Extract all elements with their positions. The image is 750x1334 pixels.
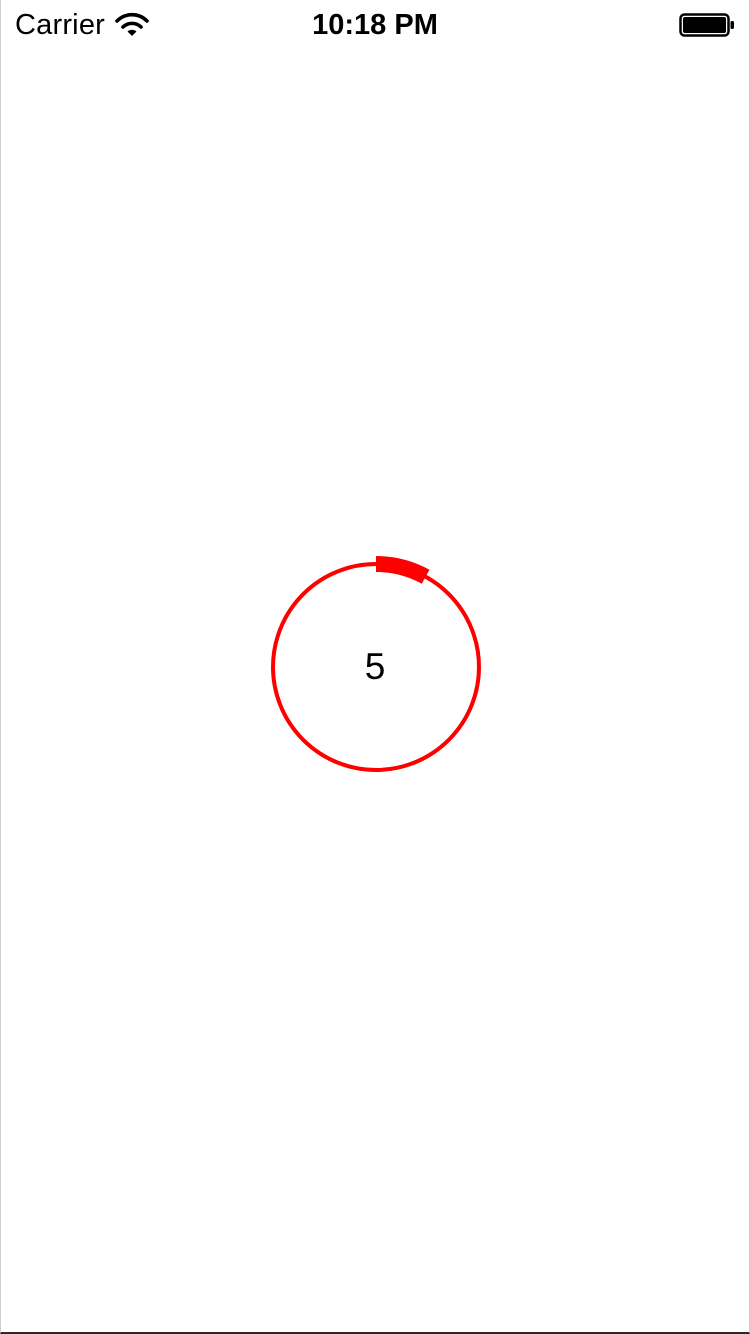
app-screen: Carrier 10:18 PM 5 xyxy=(0,0,750,1334)
countdown-progress-arc xyxy=(375,556,430,584)
countdown-value: 5 xyxy=(364,646,386,687)
status-bar: Carrier 10:18 PM xyxy=(1,0,749,50)
battery-icon xyxy=(679,13,734,37)
countdown-timer: 5 xyxy=(266,551,486,776)
status-time: 10:18 PM xyxy=(312,9,438,41)
battery-fill xyxy=(683,17,726,33)
